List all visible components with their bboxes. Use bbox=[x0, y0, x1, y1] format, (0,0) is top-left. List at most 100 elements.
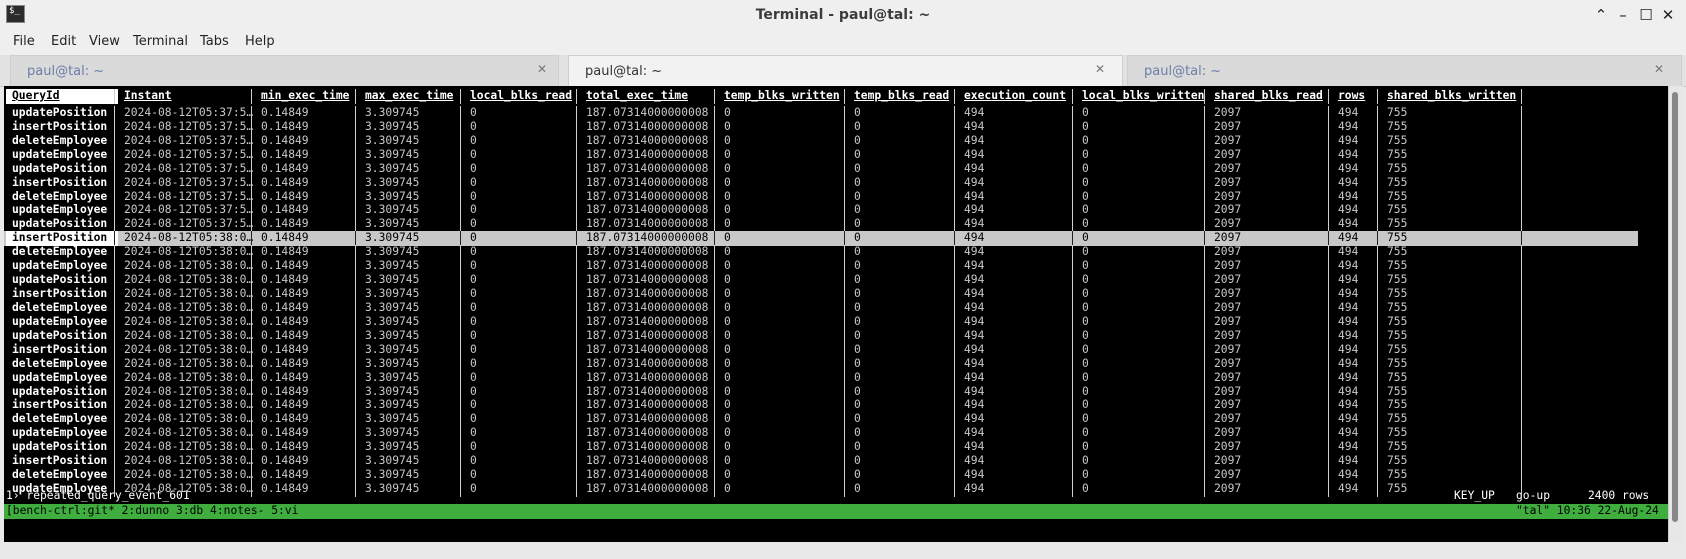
column-separator bbox=[954, 147, 955, 163]
table-row[interactable]: deleteEmployee 2024-08-12T05:38:0… 0.14849… bbox=[4, 356, 1638, 372]
column-header-min-exec-time[interactable]: min_exec_time bbox=[255, 89, 359, 104]
chevron-up-icon[interactable]: ⌃ bbox=[1591, 5, 1611, 25]
cell-local-blks-written: 0 bbox=[1082, 300, 1089, 314]
column-header-rows[interactable]: rows bbox=[1332, 89, 1381, 104]
cell-temp-blks-read: 0 bbox=[854, 370, 861, 384]
table-row[interactable]: deleteEmployee 2024-08-12T05:38:0… 0.14849… bbox=[4, 468, 1638, 484]
column-separator bbox=[576, 203, 577, 219]
column-separator bbox=[1204, 203, 1205, 219]
column-header-shared-blks-written[interactable]: shared_blks_written bbox=[1381, 89, 1527, 104]
tab-3[interactable]: paul@tal: ~ ✕ bbox=[1127, 55, 1682, 86]
table-row[interactable]: updatePosition 2024-08-12T05:37:5… 0.14849… bbox=[4, 217, 1638, 233]
table-row[interactable]: updatePosition 2024-08-12T05:37:5… 0.14849… bbox=[4, 161, 1638, 177]
table-row[interactable]: insertPosition 2024-08-12T05:37:5… 0.14849… bbox=[4, 175, 1638, 191]
scrollbar-thumb[interactable] bbox=[1672, 92, 1678, 522]
table-row[interactable]: insertPosition 2024-08-12T05:38:0… 0.14849… bbox=[4, 342, 1638, 358]
column-separator bbox=[355, 412, 356, 428]
cell-temp-blks-written: 0 bbox=[724, 328, 731, 342]
column-separator bbox=[844, 454, 845, 470]
table-row[interactable]: insertPosition 2024-08-12T05:38:0… 0.14849… bbox=[4, 398, 1638, 414]
menu-edit[interactable]: Edit bbox=[51, 34, 76, 49]
table-row[interactable]: updateEmployee 2024-08-12T05:38:0… 0.14849… bbox=[4, 314, 1638, 330]
column-separator bbox=[1521, 217, 1522, 233]
cell-shared-blks-written: 755 bbox=[1387, 105, 1408, 119]
column-separator bbox=[1072, 300, 1073, 316]
table-row[interactable]: insertPosition 2024-08-12T05:37:5… 0.14849… bbox=[4, 119, 1638, 135]
column-header-execution-count[interactable]: execution_count bbox=[958, 89, 1076, 104]
tmux-windows[interactable]: [bench-ctrl:git* 2:dunno 3:db 4:notes- 5… bbox=[6, 504, 298, 518]
column-separator bbox=[355, 287, 356, 303]
cell-query-id: insertPosition bbox=[12, 342, 108, 356]
table-row[interactable]: deleteEmployee 2024-08-12T05:38:0… 0.14849… bbox=[4, 300, 1638, 316]
column-separator bbox=[844, 175, 845, 191]
column-separator bbox=[954, 300, 955, 316]
column-header-instant[interactable]: Instant bbox=[118, 89, 254, 104]
cell-temp-blks-written: 0 bbox=[724, 370, 731, 384]
table-row[interactable]: updatePosition 2024-08-12T05:37:5… 0.14849… bbox=[4, 105, 1638, 121]
column-separator bbox=[460, 161, 461, 177]
table-row[interactable]: updateEmployee 2024-08-12T05:38:0… 0.14849… bbox=[4, 426, 1638, 442]
table-row[interactable]: insertPosition 2024-08-12T05:38:0… 0.14849… bbox=[4, 231, 1638, 247]
scrollbar[interactable] bbox=[1668, 86, 1683, 542]
table-row[interactable]: updatePosition 2024-08-12T05:38:0… 0.14849… bbox=[4, 384, 1638, 400]
column-separator bbox=[576, 370, 577, 386]
close-icon[interactable]: ✕ bbox=[1658, 5, 1678, 25]
column-header-total-exec-time[interactable]: total_exec_time bbox=[580, 89, 718, 104]
table-row[interactable]: updateEmployee 2024-08-12T05:38:0… 0.14849… bbox=[4, 370, 1638, 386]
cell-total-exec-time: 187.07314000000008 bbox=[586, 287, 709, 301]
tab-1[interactable]: paul@tal: ~ ✕ bbox=[10, 55, 559, 86]
maximize-icon[interactable]: ☐ bbox=[1636, 5, 1656, 25]
cell-rows: 494 bbox=[1338, 384, 1359, 398]
table-row[interactable]: updateEmployee 2024-08-12T05:38:0… 0.14849… bbox=[4, 259, 1638, 275]
table-row[interactable]: deleteEmployee 2024-08-12T05:37:5… 0.14849… bbox=[4, 189, 1638, 205]
menu-file[interactable]: File bbox=[13, 34, 35, 49]
menu-tabs[interactable]: Tabs bbox=[200, 34, 229, 49]
column-header-temp-blks-read[interactable]: temp_blks_read bbox=[848, 89, 958, 104]
table-row[interactable]: deleteEmployee 2024-08-12T05:37:5… 0.14849… bbox=[4, 133, 1638, 149]
table-row[interactable]: updateEmployee 2024-08-12T05:37:5… 0.14849… bbox=[4, 147, 1638, 163]
table-row[interactable]: updatePosition 2024-08-12T05:38:0… 0.14849… bbox=[4, 273, 1638, 289]
column-separator bbox=[1328, 287, 1329, 303]
close-icon[interactable]: ✕ bbox=[1095, 62, 1105, 76]
menu-terminal[interactable]: Terminal bbox=[133, 34, 188, 49]
close-icon[interactable]: ✕ bbox=[537, 62, 547, 76]
cell-temp-blks-written: 0 bbox=[724, 217, 731, 231]
column-separator bbox=[251, 133, 252, 149]
cell-instant: 2024-08-12T05:38:0… bbox=[124, 384, 254, 398]
column-header-max-exec-time[interactable]: max_exec_time bbox=[359, 89, 463, 104]
column-separator bbox=[460, 217, 461, 233]
menu-help[interactable]: Help bbox=[245, 34, 275, 49]
table-row[interactable]: deleteEmployee 2024-08-12T05:38:0… 0.14849… bbox=[4, 412, 1638, 428]
table-row[interactable]: insertPosition 2024-08-12T05:38:0… 0.14849… bbox=[4, 454, 1638, 470]
column-separator bbox=[1328, 440, 1329, 456]
column-separator bbox=[1072, 245, 1073, 261]
column-header-local-blks-written[interactable]: local_blks_written bbox=[1076, 89, 1208, 104]
table-row[interactable]: updateEmployee 2024-08-12T05:38:0… 0.14849… bbox=[4, 482, 1638, 498]
cell-shared-blks-written: 755 bbox=[1387, 314, 1408, 328]
tab-2[interactable]: paul@tal: ~ ✕ bbox=[568, 55, 1123, 86]
tmux-status-bar: [bench-ctrl:git* 2:dunno 3:db 4:notes- 5… bbox=[4, 504, 1670, 519]
terminal-view[interactable]: 1› repeated_query_event_601 KEY_UP go-up… bbox=[4, 86, 1670, 542]
column-separator bbox=[954, 468, 955, 484]
cell-rows: 494 bbox=[1338, 189, 1359, 203]
column-header-local-blks-read[interactable]: local_blks_read bbox=[464, 89, 580, 104]
column-separator bbox=[1072, 89, 1073, 104]
cell-shared-blks-read: 2097 bbox=[1214, 175, 1242, 189]
column-separator bbox=[251, 342, 252, 358]
table-row[interactable]: updatePosition 2024-08-12T05:38:0… 0.14849… bbox=[4, 328, 1638, 344]
column-header-shared-blks-read[interactable]: shared_blks_read bbox=[1208, 89, 1332, 104]
cell-shared-blks-read: 2097 bbox=[1214, 412, 1242, 426]
table-row[interactable]: updateEmployee 2024-08-12T05:37:5… 0.14849… bbox=[4, 203, 1638, 219]
table-row[interactable]: deleteEmployee 2024-08-12T05:38:0… 0.14849… bbox=[4, 245, 1638, 261]
minimize-icon[interactable]: – bbox=[1613, 5, 1633, 25]
column-separator bbox=[460, 89, 461, 104]
column-header-temp-blks-written[interactable]: temp_blks_written bbox=[718, 89, 848, 104]
column-header-query-id[interactable]: QueryId bbox=[6, 89, 118, 104]
column-separator bbox=[844, 356, 845, 372]
close-icon[interactable]: ✕ bbox=[1654, 62, 1664, 76]
table-row[interactable]: insertPosition 2024-08-12T05:38:0… 0.14849… bbox=[4, 287, 1638, 303]
table-row[interactable]: updatePosition 2024-08-12T05:38:0… 0.14849… bbox=[4, 440, 1638, 456]
column-separator bbox=[1204, 412, 1205, 428]
cell-temp-blks-read: 0 bbox=[854, 217, 861, 231]
menu-view[interactable]: View bbox=[89, 34, 120, 49]
